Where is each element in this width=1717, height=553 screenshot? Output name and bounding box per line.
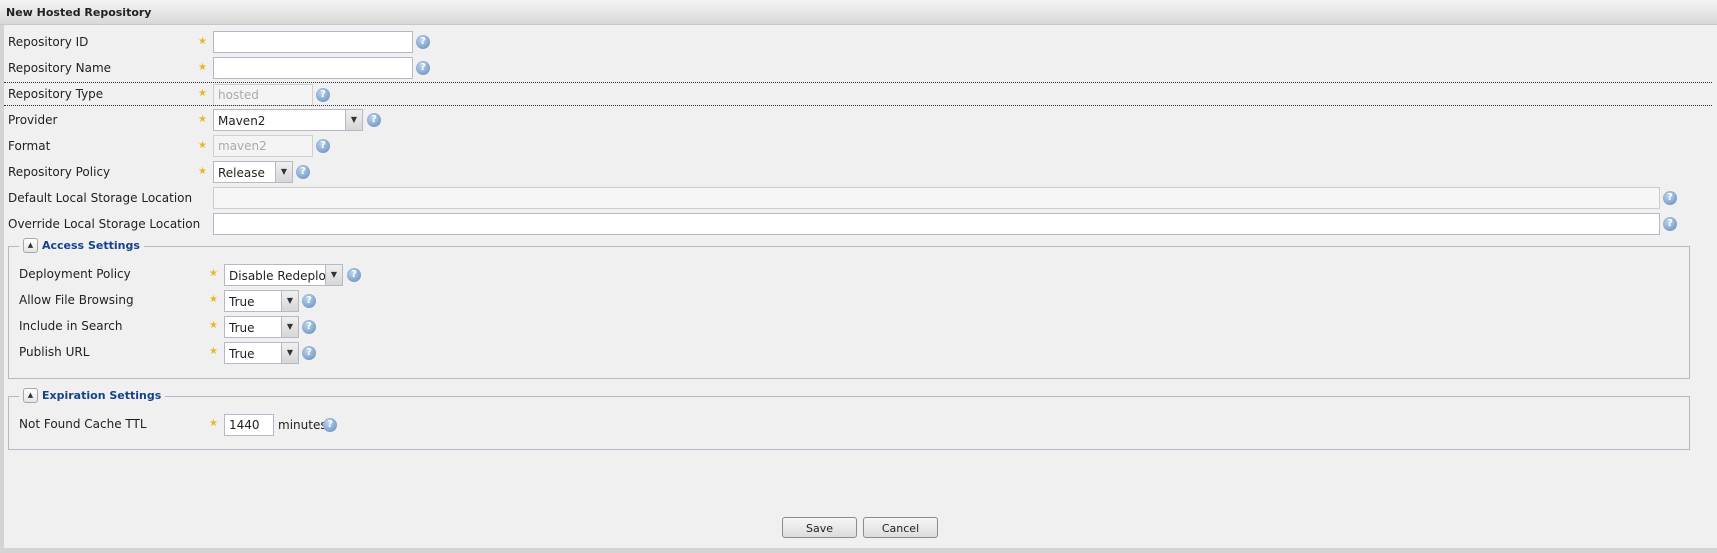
publish-url-label: Publish URL	[19, 345, 90, 359]
repository-policy-label: Repository Policy	[8, 165, 111, 179]
repository-name-label: Repository Name	[8, 61, 112, 75]
publish-url-select[interactable]: True ▼	[224, 342, 299, 364]
help-icon[interactable]: ?	[416, 35, 430, 49]
help-icon[interactable]: ?	[1663, 217, 1677, 231]
chevron-down-icon[interactable]: ▼	[281, 317, 298, 337]
chevron-down-icon[interactable]: ▼	[345, 110, 362, 130]
provider-label: Provider	[8, 113, 58, 127]
include-in-search-select[interactable]: True ▼	[224, 316, 299, 338]
help-icon[interactable]: ?	[316, 139, 330, 153]
include-in-search-value: True	[229, 321, 255, 335]
required-star-icon: ★	[198, 140, 207, 151]
allow-file-browsing-select[interactable]: True ▼	[224, 290, 299, 312]
repository-id-label: Repository ID	[8, 35, 89, 49]
save-button[interactable]: Save	[782, 517, 857, 538]
deployment-policy-label: Deployment Policy	[19, 267, 131, 281]
chevron-up-icon[interactable]: ▲	[23, 388, 38, 403]
divider	[4, 105, 1712, 106]
format-input: maven2	[213, 135, 313, 157]
repository-type-input: hosted	[213, 84, 313, 106]
help-icon[interactable]: ?	[302, 294, 316, 308]
help-icon[interactable]: ?	[296, 165, 310, 179]
not-found-cache-ttl-label: Not Found Cache TTL	[19, 417, 147, 431]
deployment-policy-value: Disable Redeploy	[229, 269, 333, 283]
repository-policy-value: Release	[218, 166, 265, 180]
minutes-unit-label: minutes	[278, 418, 327, 432]
help-icon[interactable]: ?	[323, 418, 337, 432]
access-settings-title: Access Settings	[42, 239, 140, 252]
help-icon[interactable]: ?	[1663, 191, 1677, 205]
help-icon[interactable]: ?	[367, 113, 381, 127]
window-title: New Hosted Repository	[0, 0, 1717, 25]
bottom-border	[0, 548, 1717, 553]
access-settings-legend: ▲ Access Settings	[19, 238, 144, 253]
expiration-settings-title: Expiration Settings	[42, 389, 162, 402]
override-storage-input[interactable]	[213, 213, 1660, 235]
required-star-icon: ★	[209, 346, 218, 357]
repository-policy-select[interactable]: Release ▼	[213, 161, 293, 183]
help-icon[interactable]: ?	[302, 320, 316, 334]
include-in-search-label: Include in Search	[19, 319, 123, 333]
chevron-up-icon[interactable]: ▲	[23, 238, 38, 253]
publish-url-value: True	[229, 347, 255, 361]
required-star-icon: ★	[209, 268, 218, 279]
default-storage-label: Default Local Storage Location	[8, 191, 193, 205]
required-star-icon: ★	[209, 294, 218, 305]
deployment-policy-select[interactable]: Disable Redeploy ▼	[224, 264, 343, 286]
format-label: Format	[8, 139, 51, 153]
help-icon[interactable]: ?	[347, 268, 361, 282]
help-icon[interactable]: ?	[416, 61, 430, 75]
expiration-settings-legend: ▲ Expiration Settings	[19, 388, 166, 403]
required-star-icon: ★	[198, 36, 207, 47]
required-star-icon: ★	[198, 88, 207, 99]
chevron-down-icon[interactable]: ▼	[325, 265, 342, 285]
help-icon[interactable]: ?	[316, 88, 330, 102]
divider	[4, 82, 1712, 83]
required-star-icon: ★	[198, 114, 207, 125]
repository-name-input[interactable]	[213, 57, 413, 79]
cancel-button[interactable]: Cancel	[863, 517, 938, 538]
required-star-icon: ★	[198, 166, 207, 177]
allow-file-browsing-value: True	[229, 295, 255, 309]
allow-file-browsing-label: Allow File Browsing	[19, 293, 134, 307]
provider-value: Maven2	[218, 114, 266, 128]
override-storage-label: Override Local Storage Location	[8, 217, 201, 231]
required-star-icon: ★	[209, 320, 218, 331]
chevron-down-icon[interactable]: ▼	[281, 291, 298, 311]
required-star-icon: ★	[209, 418, 218, 429]
chevron-down-icon[interactable]: ▼	[275, 162, 292, 182]
provider-select[interactable]: Maven2 ▼	[213, 109, 363, 131]
help-icon[interactable]: ?	[302, 346, 316, 360]
not-found-cache-ttl-input[interactable]: 1440	[224, 414, 274, 436]
default-storage-input	[213, 187, 1660, 209]
repository-type-label: Repository Type	[8, 87, 104, 101]
chevron-down-icon[interactable]: ▼	[281, 343, 298, 363]
repository-id-input[interactable]	[213, 31, 413, 53]
required-star-icon: ★	[198, 62, 207, 73]
